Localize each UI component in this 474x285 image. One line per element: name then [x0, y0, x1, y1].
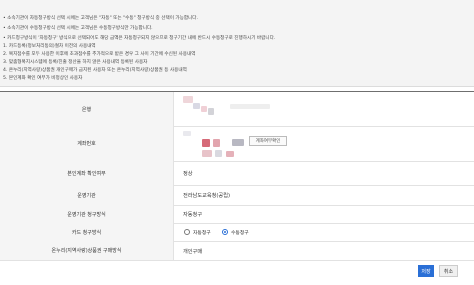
org-value: 전라남도교육청(공립)	[183, 193, 231, 199]
notice-box: • 소속기관이 자동청구방식 선택 시에는 고객님은 "자동" 또는 "수동" …	[0, 0, 474, 87]
label-bank: 은행	[0, 92, 174, 126]
masked-value	[213, 139, 220, 147]
row-card-method: 카드 청구방식 자동청구 수동청구	[0, 223, 474, 242]
label-org: 운영기관	[0, 185, 174, 205]
masked-value	[202, 150, 212, 157]
masked-value	[215, 150, 222, 157]
row-org: 운영기관 전라남도교육청(공립)	[0, 185, 474, 206]
radio-manual-claim[interactable]	[222, 229, 228, 235]
notice-line: • 소속기관이 수동청구방식 선택 시에는 고객님은 수동청구방식만 가능합니다…	[3, 26, 153, 31]
row-account: 계좌번호	[0, 126, 474, 162]
label-onnuri: 온누리(지역사랑)상품권 구매방식	[0, 241, 174, 260]
notice-line: 4. 온누리(지역사랑)상품권 개인구매가 금지된 사용자 또는 온누리(지역사…	[3, 68, 187, 73]
masked-value	[208, 108, 214, 115]
account-check-button[interactable]: 계좌여부확인	[249, 136, 287, 146]
notice-line: • 카드청구방식이 '자동청구' 방식으로 선택되어도 해당 금액은 자동청구되…	[3, 36, 276, 41]
notice-line: • 소속기관이 자동청구방식 선택 시에는 고객님은 "자동" 또는 "수동" …	[3, 16, 198, 21]
label-card-method: 카드 청구방식	[0, 223, 174, 241]
self-check-value: 정상	[183, 171, 193, 177]
masked-value	[201, 106, 207, 112]
row-org-method: 운영기관 청구방식 자동청구	[0, 205, 474, 224]
notice-line: 1. 카드등록(정보처리동의)절차 이전의 사용내역	[3, 44, 96, 49]
save-button[interactable]: 저장	[418, 265, 434, 277]
cancel-button[interactable]: 취소	[439, 265, 458, 277]
radio-auto-claim-label: 자동청구	[193, 231, 211, 236]
radio-manual-claim-label: 수동청구	[231, 231, 249, 236]
notice-line: 3. 맞춤형복지시스템에 등록/진출 정산을 하지 않은 사용내역 등록된 사용…	[3, 60, 148, 65]
row-bank: 은행	[0, 92, 474, 127]
row-onnuri: 온누리(지역사랑)상품권 구매방식 개인구매	[0, 241, 474, 261]
masked-value	[183, 96, 193, 103]
notice-line: 2. 복지점수를 모두 사용한 이후에 초과점수를 추가적으로 받은 경우 그 …	[3, 52, 196, 57]
masked-value	[232, 139, 244, 146]
masked-value	[226, 151, 234, 157]
label-org-method: 운영기관 청구방식	[0, 205, 174, 223]
masked-value	[230, 104, 270, 109]
label-self-check: 본인계좌 확인여부	[0, 161, 174, 185]
notice-line: 5. 본인계좌 확인 여부가 비정상인 사용자	[3, 76, 83, 81]
masked-value	[202, 139, 210, 147]
org-method-value: 자동청구	[183, 212, 203, 218]
masked-value	[183, 131, 191, 136]
label-account: 계좌번호	[0, 126, 174, 161]
onnuri-value: 개인구매	[183, 249, 203, 255]
masked-value	[193, 103, 200, 109]
radio-auto-claim[interactable]	[184, 229, 190, 235]
row-self-check: 본인계좌 확인여부 정상	[0, 161, 474, 186]
